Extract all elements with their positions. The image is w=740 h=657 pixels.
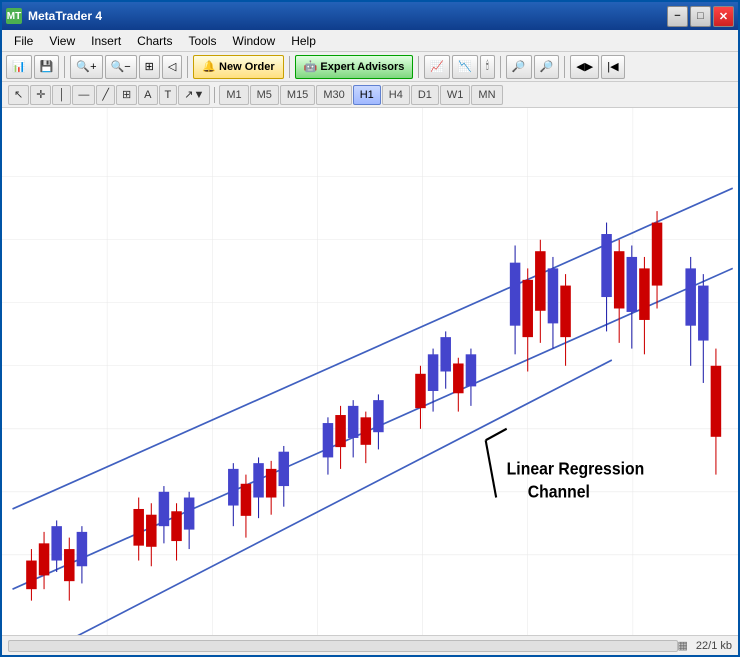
menu-bar: File View Insert Charts Tools Window Hel… — [2, 30, 738, 52]
bars-icon: ▦ — [678, 639, 688, 652]
window-controls: − □ ✕ — [667, 6, 734, 27]
period-sep-tool[interactable]: ⊞ — [116, 85, 137, 105]
text-tool-T[interactable]: T — [159, 85, 178, 105]
tf-h1[interactable]: H1 — [353, 85, 381, 105]
chart-svg: Linear Regression Channel — [2, 108, 738, 635]
hline-tool[interactable]: — — [72, 85, 95, 105]
zoom-fit-button[interactable]: ⊞ — [139, 55, 160, 79]
tf-h4[interactable]: H4 — [382, 85, 410, 105]
scroll-left-button[interactable]: ◁ — [162, 55, 182, 79]
cursor-tool[interactable]: ↖ — [8, 85, 29, 105]
tf-d1[interactable]: D1 — [411, 85, 439, 105]
zoom-in-button[interactable]: 🔍+ — [70, 55, 102, 79]
line-tool[interactable]: │ — [52, 85, 71, 105]
menu-file[interactable]: File — [6, 32, 41, 50]
magnify-button[interactable]: 🔎 — [506, 55, 532, 79]
close-button[interactable]: ✕ — [713, 6, 734, 27]
separator-2 — [187, 56, 188, 78]
separator-1 — [64, 56, 65, 78]
chart-area[interactable]: Linear Regression Channel — [2, 108, 738, 635]
svg-text:Channel: Channel — [528, 483, 590, 502]
horizontal-scrollbar[interactable] — [8, 640, 678, 652]
menu-view[interactable]: View — [41, 32, 83, 50]
expert-icon: 🤖 — [304, 60, 318, 73]
svg-text:Linear Regression: Linear Regression — [507, 460, 645, 479]
status-bar: ▦ 22/1 kb — [2, 635, 738, 655]
separator-4 — [418, 56, 419, 78]
trend-tool[interactable]: ╱ — [96, 85, 115, 105]
separator-5 — [500, 56, 501, 78]
status-bar-right: ▦ 22/1 kb — [678, 639, 733, 652]
arrow-tool[interactable]: ↗▼ — [178, 85, 210, 105]
chart-type-1-button[interactable]: 📈 — [424, 55, 450, 79]
tf-m5[interactable]: M5 — [250, 85, 279, 105]
menu-insert[interactable]: Insert — [83, 32, 129, 50]
menu-tools[interactable]: Tools — [181, 32, 225, 50]
separator-3 — [289, 56, 290, 78]
new-chart-button[interactable]: 📊 — [6, 55, 32, 79]
menu-help[interactable]: Help — [283, 32, 324, 50]
tf-m30[interactable]: M30 — [316, 85, 351, 105]
timeframe-toolbar: ↖ ✛ │ — ╱ ⊞ A T ↗▼ M1 M5 M15 M30 H1 H4 D… — [2, 82, 738, 108]
auto-scroll-button[interactable]: |◀ — [601, 55, 624, 79]
menu-charts[interactable]: Charts — [129, 32, 180, 50]
scroll-chart-button[interactable]: ◀▶ — [570, 55, 599, 79]
minimize-button[interactable]: − — [667, 6, 688, 27]
tf-w1[interactable]: W1 — [440, 85, 471, 105]
tf-m15[interactable]: M15 — [280, 85, 315, 105]
separator-6 — [564, 56, 565, 78]
app-icon: MT — [6, 8, 22, 24]
tf-mn[interactable]: MN — [471, 85, 502, 105]
order-icon: 🔔 — [202, 60, 216, 73]
save-button[interactable]: 💾 — [34, 55, 60, 79]
window-title: MetaTrader 4 — [28, 9, 667, 23]
bars-info: 22/1 kb — [696, 640, 732, 652]
magnify2-button[interactable]: 🔎 — [534, 55, 560, 79]
chart-type-3-button[interactable]: 🕯 — [480, 55, 495, 79]
save-icon: 💾 — [40, 60, 54, 73]
tf-separator-1 — [214, 87, 215, 103]
text-tool-A[interactable]: A — [138, 85, 157, 105]
toolbar-1: 📊 💾 🔍+ 🔍− ⊞ ◁ 🔔 New Order 🤖 Expert Advis… — [2, 52, 738, 82]
maximize-button[interactable]: □ — [690, 6, 711, 27]
chart-type-2-button[interactable]: 📉 — [452, 55, 478, 79]
main-window: MT MetaTrader 4 − □ ✕ File View Insert C… — [0, 0, 740, 657]
tf-m1[interactable]: M1 — [219, 85, 248, 105]
zoom-out-button[interactable]: 🔍− — [105, 55, 137, 79]
new-order-button[interactable]: 🔔 New Order — [193, 55, 283, 79]
title-bar: MT MetaTrader 4 − □ ✕ — [2, 2, 738, 30]
crosshair-tool[interactable]: ✛ — [30, 85, 51, 105]
expert-advisors-button[interactable]: 🤖 Expert Advisors — [295, 55, 414, 79]
menu-window[interactable]: Window — [225, 32, 284, 50]
new-chart-icon: 📊 — [12, 60, 26, 73]
